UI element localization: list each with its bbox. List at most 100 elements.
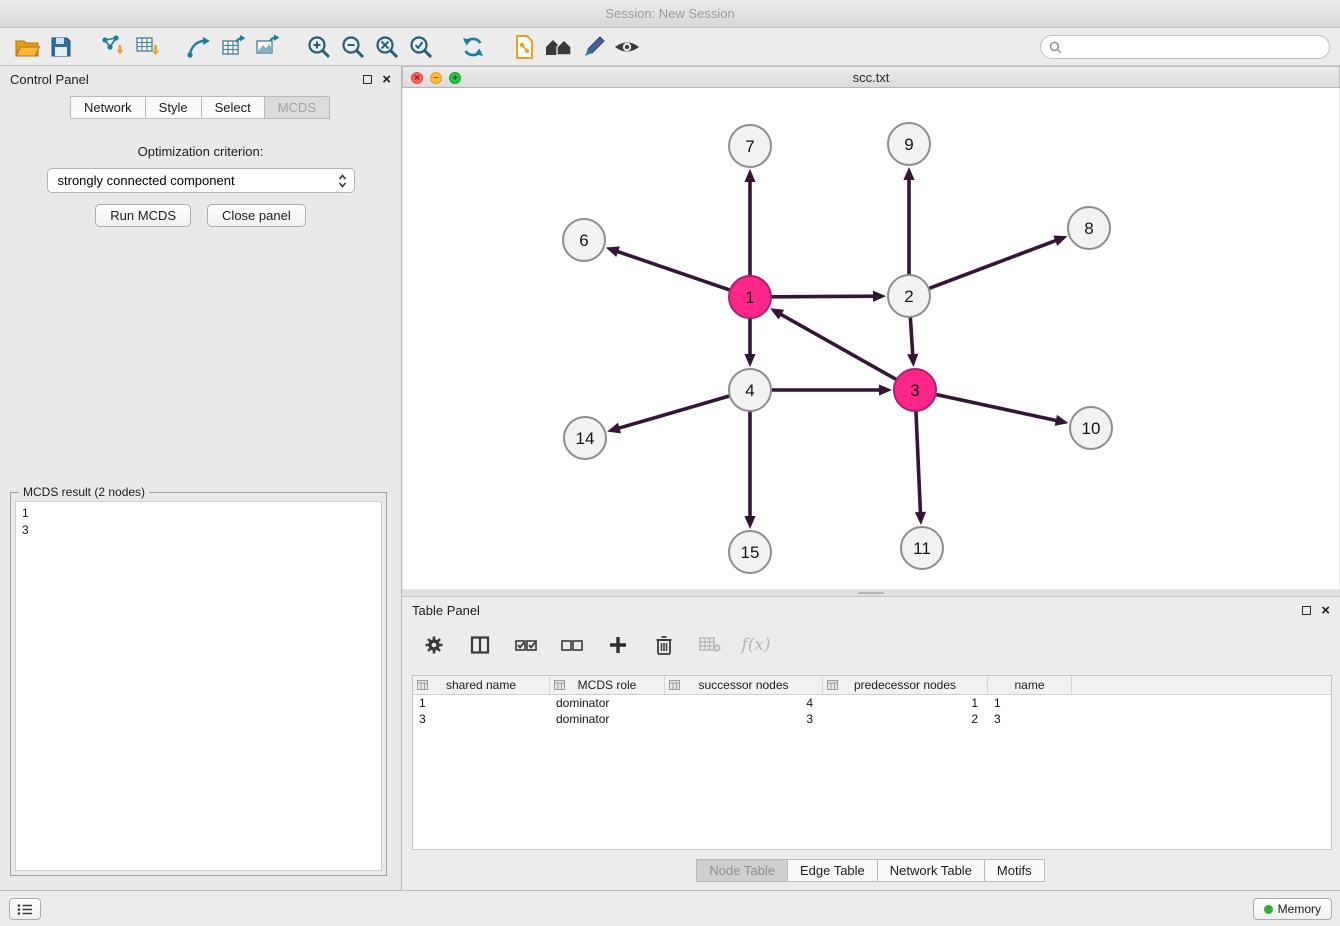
tab-node-table[interactable]: Node Table xyxy=(696,859,788,882)
cell-filler xyxy=(1072,711,1331,727)
show-hide-button[interactable] xyxy=(610,32,644,62)
graph-node-2[interactable]: 2 xyxy=(888,275,930,317)
cell-successor-nodes[interactable]: 4 xyxy=(665,695,823,711)
show-columns-button[interactable] xyxy=(462,630,498,660)
mcds-result-list[interactable]: 1 3 xyxy=(15,501,382,871)
network-window-titlebar[interactable]: × − + scc.txt xyxy=(402,66,1340,88)
network-document-button[interactable] xyxy=(508,32,542,62)
tab-edge-table[interactable]: Edge Table xyxy=(787,859,878,882)
zoom-fit-button[interactable] xyxy=(370,32,404,62)
zoom-selected-button[interactable] xyxy=(404,32,438,62)
table-row[interactable]: 1 dominator 4 1 1 xyxy=(413,695,1331,711)
add-column-button[interactable] xyxy=(600,630,636,660)
cell-name[interactable]: 1 xyxy=(988,695,1072,711)
network-canvas[interactable]: 7 9 6 8 1 2 4 3 14 10 15 11 xyxy=(403,88,1339,589)
style-button[interactable] xyxy=(576,32,610,62)
graph-node-11[interactable]: 11 xyxy=(901,527,943,569)
home-button[interactable] xyxy=(542,32,576,62)
criterion-dropdown[interactable]: strongly connected component xyxy=(47,168,355,193)
export-table-button[interactable] xyxy=(216,32,250,62)
graph-node-10[interactable]: 10 xyxy=(1070,407,1112,449)
close-table-panel-icon[interactable]: × xyxy=(1321,603,1330,618)
cell-predecessor-nodes[interactable]: 2 xyxy=(823,711,988,727)
cell-mcds-role[interactable]: dominator xyxy=(550,695,665,711)
import-table-button[interactable] xyxy=(130,32,164,62)
memory-button[interactable]: Memory xyxy=(1253,898,1332,920)
open-session-button[interactable] xyxy=(10,32,44,62)
graph-edge-2-3[interactable] xyxy=(910,318,913,358)
titlebar[interactable]: Session: New Session xyxy=(0,0,1340,28)
delete-column-button[interactable] xyxy=(646,630,682,660)
apply-layout-button[interactable] xyxy=(456,32,490,62)
cell-shared-name[interactable]: 1 xyxy=(413,695,550,711)
tab-motifs[interactable]: Motifs xyxy=(984,859,1045,882)
eye-icon xyxy=(612,35,642,59)
graph-node-14[interactable]: 14 xyxy=(564,417,606,459)
unchecked-boxes-icon xyxy=(561,637,583,653)
application-window: Session: New Session xyxy=(0,0,1340,926)
graph-node-6[interactable]: 6 xyxy=(563,219,605,261)
graph-node-4[interactable]: 4 xyxy=(729,369,771,411)
cell-mcds-role[interactable]: dominator xyxy=(550,711,665,727)
close-window-icon[interactable]: × xyxy=(411,72,423,84)
graph-node-8[interactable]: 8 xyxy=(1068,207,1110,249)
graph-node-7[interactable]: 7 xyxy=(729,125,771,167)
tab-network[interactable]: Network xyxy=(70,96,146,119)
delete-table-button[interactable] xyxy=(692,630,728,660)
zoom-out-button[interactable] xyxy=(336,32,370,62)
close-panel-button[interactable]: Close panel xyxy=(207,204,306,227)
graph-node-15[interactable]: 15 xyxy=(729,531,771,573)
table-row[interactable]: 3 dominator 3 2 3 xyxy=(413,711,1331,727)
graph-node-3[interactable]: 3 xyxy=(894,369,936,411)
tab-style[interactable]: Style xyxy=(145,96,202,119)
column-header-mcds-role[interactable]: MCDS role xyxy=(550,676,665,694)
node-table-header: shared name MCDS role successor nodes pr… xyxy=(413,676,1331,695)
graph-node-1[interactable]: 1 xyxy=(729,276,771,318)
column-header-successor-nodes[interactable]: successor nodes xyxy=(665,676,823,694)
save-session-button[interactable] xyxy=(44,32,78,62)
graph-node-label: 4 xyxy=(745,381,754,400)
zoom-in-button[interactable] xyxy=(302,32,336,62)
float-table-panel-icon[interactable] xyxy=(1302,606,1311,615)
graph-node-9[interactable]: 9 xyxy=(888,123,930,165)
tab-mcds[interactable]: MCDS xyxy=(264,96,330,119)
import-network-button[interactable] xyxy=(96,32,130,62)
maximize-window-icon[interactable]: + xyxy=(449,72,461,84)
graph-edge-3-10[interactable] xyxy=(937,395,1060,422)
paint-brush-icon xyxy=(580,34,606,60)
table-settings-button[interactable] xyxy=(416,630,452,660)
column-header-name[interactable]: name xyxy=(988,676,1072,694)
import-table-icon xyxy=(134,34,160,60)
column-header-shared-name[interactable]: shared name xyxy=(413,676,550,694)
search-input[interactable] xyxy=(1067,40,1321,54)
zoom-out-icon xyxy=(340,34,366,60)
tab-select[interactable]: Select xyxy=(201,96,265,119)
window-title: Session: New Session xyxy=(605,6,734,21)
graph-edge-3-1[interactable] xyxy=(778,313,896,379)
graph-edge-1-2[interactable] xyxy=(772,296,877,297)
tab-network-table[interactable]: Network Table xyxy=(877,859,985,882)
graph-edge-2-8[interactable] xyxy=(930,239,1059,288)
graph-edge-3-11[interactable] xyxy=(916,412,921,516)
graph-edge-arrow-2-8 xyxy=(1053,235,1067,245)
function-builder-button[interactable]: f(x) xyxy=(738,630,774,660)
export-image-button[interactable] xyxy=(250,32,284,62)
new-network-button[interactable] xyxy=(182,32,216,62)
graph-edge-arrow-1-7 xyxy=(744,169,755,182)
minimize-window-icon[interactable]: − xyxy=(430,72,442,84)
cell-successor-nodes[interactable]: 3 xyxy=(665,711,823,727)
run-mcds-button[interactable]: Run MCDS xyxy=(95,204,191,227)
column-header-predecessor-nodes[interactable]: predecessor nodes xyxy=(823,676,988,694)
columns-icon xyxy=(470,635,490,655)
graph-edge-4-14[interactable] xyxy=(616,396,729,429)
cell-name[interactable]: 3 xyxy=(988,711,1072,727)
cell-shared-name[interactable]: 3 xyxy=(413,711,550,727)
float-panel-icon[interactable] xyxy=(363,75,372,84)
task-history-button[interactable] xyxy=(9,898,41,920)
select-all-columns-button[interactable] xyxy=(508,630,544,660)
deselect-all-columns-button[interactable] xyxy=(554,630,590,660)
cell-predecessor-nodes[interactable]: 1 xyxy=(823,695,988,711)
graph-edge-arrow-4-3 xyxy=(879,384,892,395)
graph-edge-1-6[interactable] xyxy=(614,250,729,289)
close-panel-icon[interactable]: × xyxy=(382,72,391,87)
